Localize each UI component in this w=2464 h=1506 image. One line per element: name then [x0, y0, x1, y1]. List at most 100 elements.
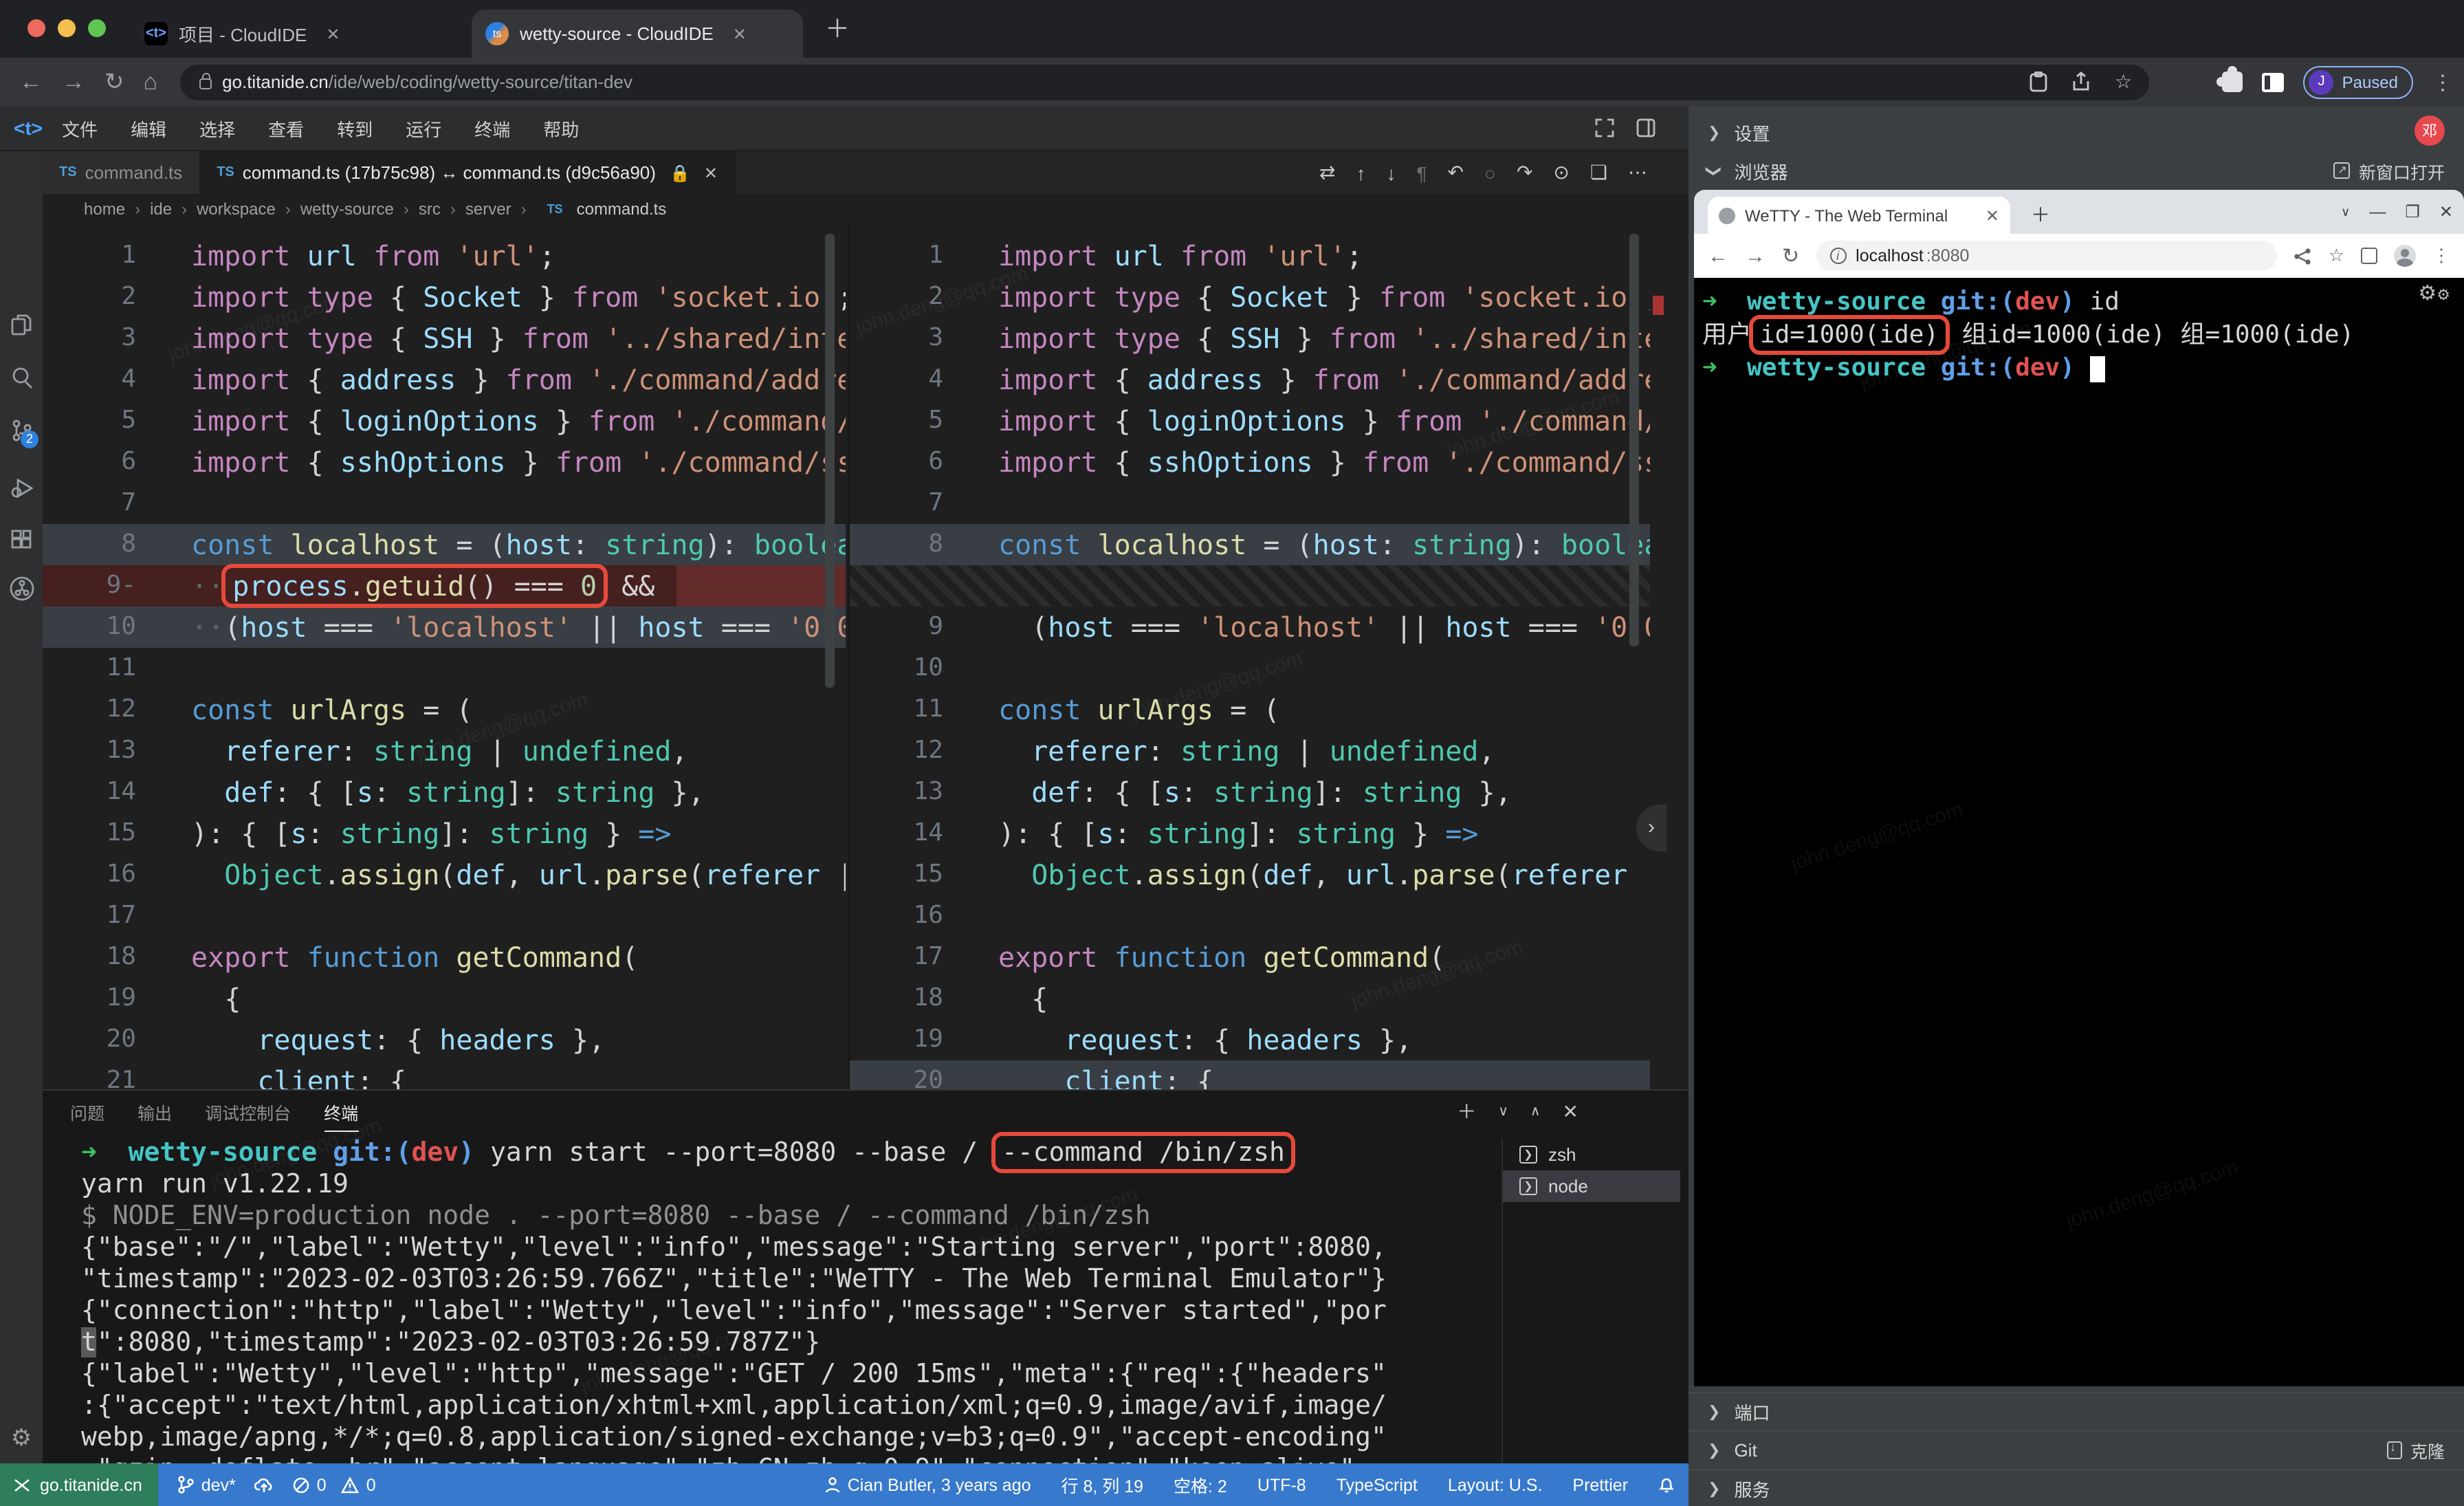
breadcrumb-file[interactable]: command.ts: [577, 199, 667, 219]
panel-tab[interactable]: 问题: [70, 1098, 104, 1124]
menu-item[interactable]: 转到: [337, 115, 373, 141]
language-mode[interactable]: TypeScript: [1336, 1475, 1418, 1494]
cursor-position[interactable]: 行 8, 列 19: [1062, 1472, 1144, 1498]
right-pane-scrollbar[interactable]: [1629, 234, 1639, 646]
section-settings[interactable]: ❯ 设置: [1688, 113, 2464, 151]
share-icon[interactable]: [2072, 72, 2090, 92]
wetty-settings-gears-icon[interactable]: ⚙⚙: [2418, 281, 2450, 305]
embedded-tab[interactable]: WeTTY - The Web Terminal ✕: [1708, 197, 2010, 234]
extensions-icon[interactable]: [0, 527, 43, 561]
share-icon[interactable]: [2294, 247, 2312, 265]
menu-item[interactable]: 编辑: [131, 115, 166, 141]
editor-tab-diff[interactable]: TS command.ts (17b75c98) ↔ command.ts (d…: [200, 151, 736, 194]
browser-tab-project[interactable]: <t> 项目 - CloudIDE ✕: [131, 10, 454, 58]
previous-file-icon[interactable]: ↑: [1356, 162, 1365, 184]
site-info-icon[interactable]: i: [1829, 248, 1846, 264]
wetty-terminal[interactable]: ⚙⚙ ➜ wetty-source git:(dev) id用户id=1000(…: [1694, 278, 2464, 1386]
left-pane-scrollbar[interactable]: [825, 234, 835, 688]
menu-item[interactable]: 帮助: [543, 115, 579, 141]
breadcrumb-item[interactable]: workspace: [197, 199, 276, 219]
whitespace-icon[interactable]: ¶: [1416, 162, 1427, 184]
encoding[interactable]: UTF-8: [1257, 1475, 1306, 1494]
menu-item[interactable]: 文件: [62, 115, 98, 141]
formatter[interactable]: Prettier: [1572, 1475, 1628, 1494]
git-branch-item[interactable]: dev*: [178, 1475, 236, 1494]
user-avatar[interactable]: 邓: [2414, 116, 2445, 146]
close-icon[interactable]: ✕: [2439, 202, 2453, 221]
split-editor-icon[interactable]: ❏: [1590, 161, 1607, 184]
git-graph-icon[interactable]: ⊙: [1553, 161, 1569, 184]
notifications-bell-icon[interactable]: [1658, 1476, 1675, 1494]
clipboard-icon[interactable]: [2030, 72, 2047, 92]
reload-icon[interactable]: ↻: [1782, 243, 1799, 268]
problems-item[interactable]: 0 0: [294, 1475, 376, 1494]
address-bar[interactable]: go.titanide.cn /ide/web/coding/wetty-sou…: [179, 64, 2148, 100]
close-tab-icon[interactable]: ✕: [704, 163, 718, 182]
more-actions-icon[interactable]: ⋯: [1628, 161, 1647, 184]
run-debug-icon[interactable]: [0, 474, 43, 509]
forward-icon[interactable]: →: [1745, 244, 1766, 268]
settings-gear-icon[interactable]: ⚙: [0, 1425, 43, 1452]
minimize-icon[interactable]: —: [2369, 202, 2386, 221]
bookmark-star-icon[interactable]: ☆: [2115, 70, 2132, 94]
chrome-menu-icon[interactable]: ⋮: [2432, 69, 2453, 94]
indentation[interactable]: 空格: 2: [1174, 1472, 1227, 1498]
restore-icon[interactable]: ❐: [2405, 202, 2420, 221]
sync-changes-item[interactable]: [255, 1476, 274, 1493]
chevron-down-icon[interactable]: ∨: [2341, 204, 2350, 219]
blame-item[interactable]: Cian Butler, 3 years ago: [826, 1475, 1031, 1494]
new-tab-icon[interactable]: ＋: [2031, 201, 2050, 228]
section-services[interactable]: ❯ 服务: [1688, 1469, 2464, 1506]
close-window-button[interactable]: [28, 19, 45, 37]
back-icon[interactable]: ←: [1708, 244, 1728, 268]
profile-chip[interactable]: J Paused: [2304, 65, 2413, 98]
panel-tab[interactable]: 调试控制台: [205, 1098, 291, 1124]
forward-icon[interactable]: →: [62, 68, 85, 96]
browser-tab-wetty-source[interactable]: ts wetty-source - CloudIDE ✕: [472, 10, 803, 58]
next-file-icon[interactable]: ↓: [1386, 162, 1396, 184]
remote-indicator[interactable]: go.titanide.cn: [0, 1463, 159, 1506]
section-git[interactable]: ❯ Git 克隆: [1688, 1430, 2464, 1469]
previous-change-icon[interactable]: ↶: [1448, 161, 1464, 184]
panel-tab[interactable]: 终端: [324, 1099, 358, 1132]
menu-item[interactable]: 选择: [199, 115, 235, 141]
maximize-panel-icon[interactable]: ∧: [1530, 1104, 1541, 1119]
profile-icon[interactable]: [2394, 245, 2416, 267]
embedded-address-bar[interactable]: i localhost:8080: [1816, 241, 2278, 271]
side-panel-icon[interactable]: [2361, 248, 2377, 264]
breadcrumb-item[interactable]: wetty-source: [300, 199, 394, 219]
panel-tab[interactable]: 输出: [138, 1098, 172, 1124]
diff-pane-modified[interactable]: 1import url from 'url';2import type { So…: [848, 224, 1650, 1089]
terminal-list-item[interactable]: ❯node: [1503, 1170, 1680, 1202]
diff-pane-original[interactable]: 1import url from 'url';2import type { So…: [43, 224, 846, 1089]
new-tab-button[interactable]: ＋: [825, 17, 850, 41]
extensions-puzzle-icon[interactable]: [2223, 72, 2243, 92]
menu-item[interactable]: 终端: [474, 115, 510, 141]
open-changes-icon[interactable]: ⇄: [1319, 161, 1335, 184]
layout-icon[interactable]: [1636, 118, 1656, 138]
open-new-window-button[interactable]: ↗ 新窗口打开: [2334, 157, 2445, 184]
terminal-list-item[interactable]: ❯zsh: [1503, 1139, 1680, 1170]
bookmark-star-icon[interactable]: ☆: [2329, 245, 2344, 267]
keyboard-layout[interactable]: Layout: U.S.: [1448, 1475, 1543, 1494]
editor-tab-command-ts[interactable]: TS command.ts: [43, 151, 200, 194]
reload-icon[interactable]: ↻: [104, 68, 124, 96]
breadcrumb-item[interactable]: server: [465, 199, 512, 219]
close-tab-icon[interactable]: ✕: [733, 24, 747, 43]
close-tab-icon[interactable]: ✕: [1986, 206, 1999, 225]
breadcrumb-item[interactable]: home: [84, 199, 125, 219]
section-ports[interactable]: ❯ 端口: [1688, 1392, 2464, 1430]
section-browser[interactable]: ❯ 浏览器 ↗ 新窗口打开: [1688, 151, 2464, 190]
new-terminal-icon[interactable]: ＋: [1457, 1098, 1476, 1125]
menu-kebab-icon[interactable]: ⋮: [2432, 245, 2450, 267]
breadcrumb-item[interactable]: ide: [150, 199, 172, 219]
fullscreen-icon[interactable]: [1595, 118, 1614, 138]
next-change-icon[interactable]: ↷: [1517, 161, 1532, 184]
search-icon[interactable]: [0, 364, 43, 399]
side-panel-icon[interactable]: [2263, 72, 2285, 91]
close-panel-icon[interactable]: ✕: [1563, 1100, 1578, 1123]
terminal-output[interactable]: ➜ wetty-source git:(dev) yarn start --po…: [43, 1132, 1502, 1465]
timeline-icon[interactable]: [0, 575, 43, 609]
menu-item[interactable]: 运行: [406, 115, 441, 141]
minimize-window-button[interactable]: [58, 19, 76, 37]
